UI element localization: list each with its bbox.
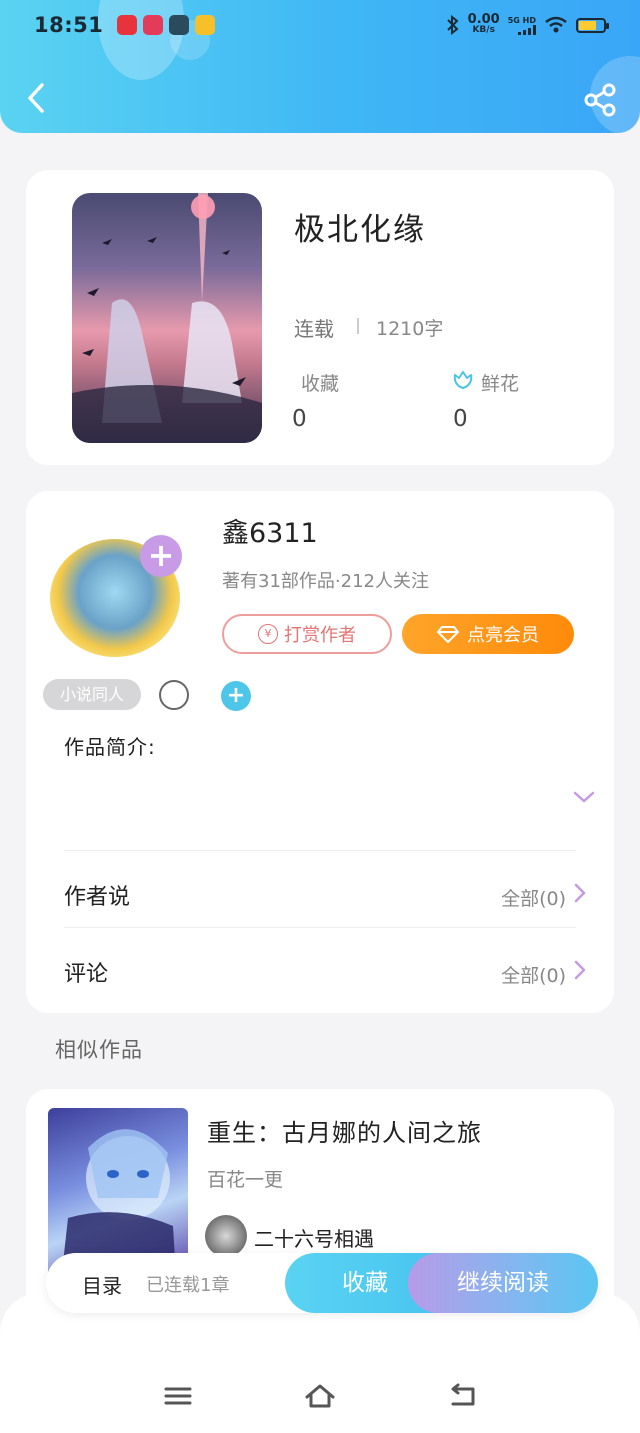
vip-label: 点亮会员: [467, 625, 539, 646]
similar-work-desc: 百花一更: [207, 1169, 284, 1191]
chevron-right-icon[interactable]: [572, 959, 588, 981]
flowers-count: 0: [453, 406, 468, 432]
netease-music-icon: [117, 15, 138, 35]
author-says-label[interactable]: 作者说: [64, 879, 130, 911]
network-type-label: 5G HD: [507, 15, 536, 25]
status-time: 18:51: [34, 13, 104, 37]
bluetooth-icon: [446, 15, 459, 35]
chevron-down-icon[interactable]: [572, 788, 596, 806]
net-speed-unit: KB/s: [472, 25, 495, 35]
chevron-left-icon[interactable]: [22, 80, 52, 116]
dark-app-icon: [169, 15, 190, 35]
menu-icon[interactable]: [161, 1381, 195, 1411]
empty-tag-circle[interactable]: [159, 680, 189, 710]
intro-label: 作品简介:: [64, 735, 156, 759]
favorites-count: 0: [292, 406, 307, 432]
reward-author-label: 打赏作者: [284, 625, 356, 646]
continue-reading-button[interactable]: 继续阅读: [408, 1253, 598, 1313]
flower-icon: [453, 371, 473, 389]
book-title: 极北化缘: [294, 212, 426, 248]
table-of-contents-button[interactable]: 目录: [82, 1270, 122, 1299]
chapters-count: 已连载1章: [146, 1275, 230, 1296]
weibo-icon: [195, 15, 216, 35]
comments-count[interactable]: 全部(0): [501, 961, 566, 988]
yen-icon: ¥: [258, 624, 278, 644]
status-right: 0.00 KB/s 5G HD: [446, 12, 609, 36]
divider: [64, 927, 576, 928]
author-card: + 鑫6311 著有31部作品·212人关注 ¥ 打赏作者 点亮会员 小说同人 …: [26, 491, 614, 1013]
header: 18:51 0.00 KB/s 5G HD: [0, 0, 640, 133]
author-name[interactable]: 鑫6311: [222, 511, 318, 550]
book-info-card: 极北化缘 连载 1210字 收藏 0 鲜花 0: [26, 170, 614, 465]
divider: [64, 850, 576, 851]
similar-author-avatar: [205, 1215, 247, 1257]
network-type: 5G HD: [508, 16, 536, 35]
cover-illustration: [72, 193, 262, 443]
system-nav-bar: [0, 1293, 640, 1433]
comments-label[interactable]: 评论: [64, 956, 108, 988]
share-icon[interactable]: [582, 82, 618, 118]
net-speed-value: 0.00: [467, 12, 500, 27]
home-icon[interactable]: [303, 1381, 337, 1411]
similar-work-title[interactable]: 重生：古月娜的人间之旅: [207, 1113, 482, 1148]
diamond-icon: [437, 626, 459, 643]
add-tag-button[interactable]: +: [221, 681, 251, 711]
genre-tag[interactable]: 小说同人: [43, 679, 141, 710]
book-cover-image[interactable]: [72, 193, 262, 443]
reward-author-button[interactable]: ¥ 打赏作者: [222, 614, 392, 654]
vip-button[interactable]: 点亮会员: [402, 614, 574, 654]
back-icon[interactable]: [445, 1381, 479, 1411]
author-says-count[interactable]: 全部(0): [501, 884, 566, 911]
chevron-right-icon[interactable]: [572, 882, 588, 904]
wifi-icon: [545, 16, 567, 33]
status-bar: 18:51 0.00 KB/s 5G HD: [0, 0, 640, 50]
similar-work-author: 二十六号相遇: [254, 1227, 374, 1251]
book-word-count: 1210字: [376, 318, 444, 340]
battery-icon: [576, 17, 609, 33]
author-meta: 著有31部作品·212人关注: [222, 571, 429, 592]
signal-icon: [518, 24, 536, 35]
follow-author-button[interactable]: +: [140, 535, 182, 577]
divider: [357, 318, 359, 334]
bottom-action-bar: 目录 已连载1章 收藏 继续阅读: [46, 1253, 598, 1313]
favorites-label: 收藏: [301, 373, 340, 395]
status-app-icons: [117, 15, 216, 35]
net-speed: 0.00 KB/s: [467, 12, 500, 36]
book-status: 连载: [294, 317, 334, 341]
similar-works-heading: 相似作品: [55, 1038, 143, 1062]
flowers-label[interactable]: 鲜花: [481, 369, 519, 396]
shopping-app-icon: [143, 15, 164, 35]
